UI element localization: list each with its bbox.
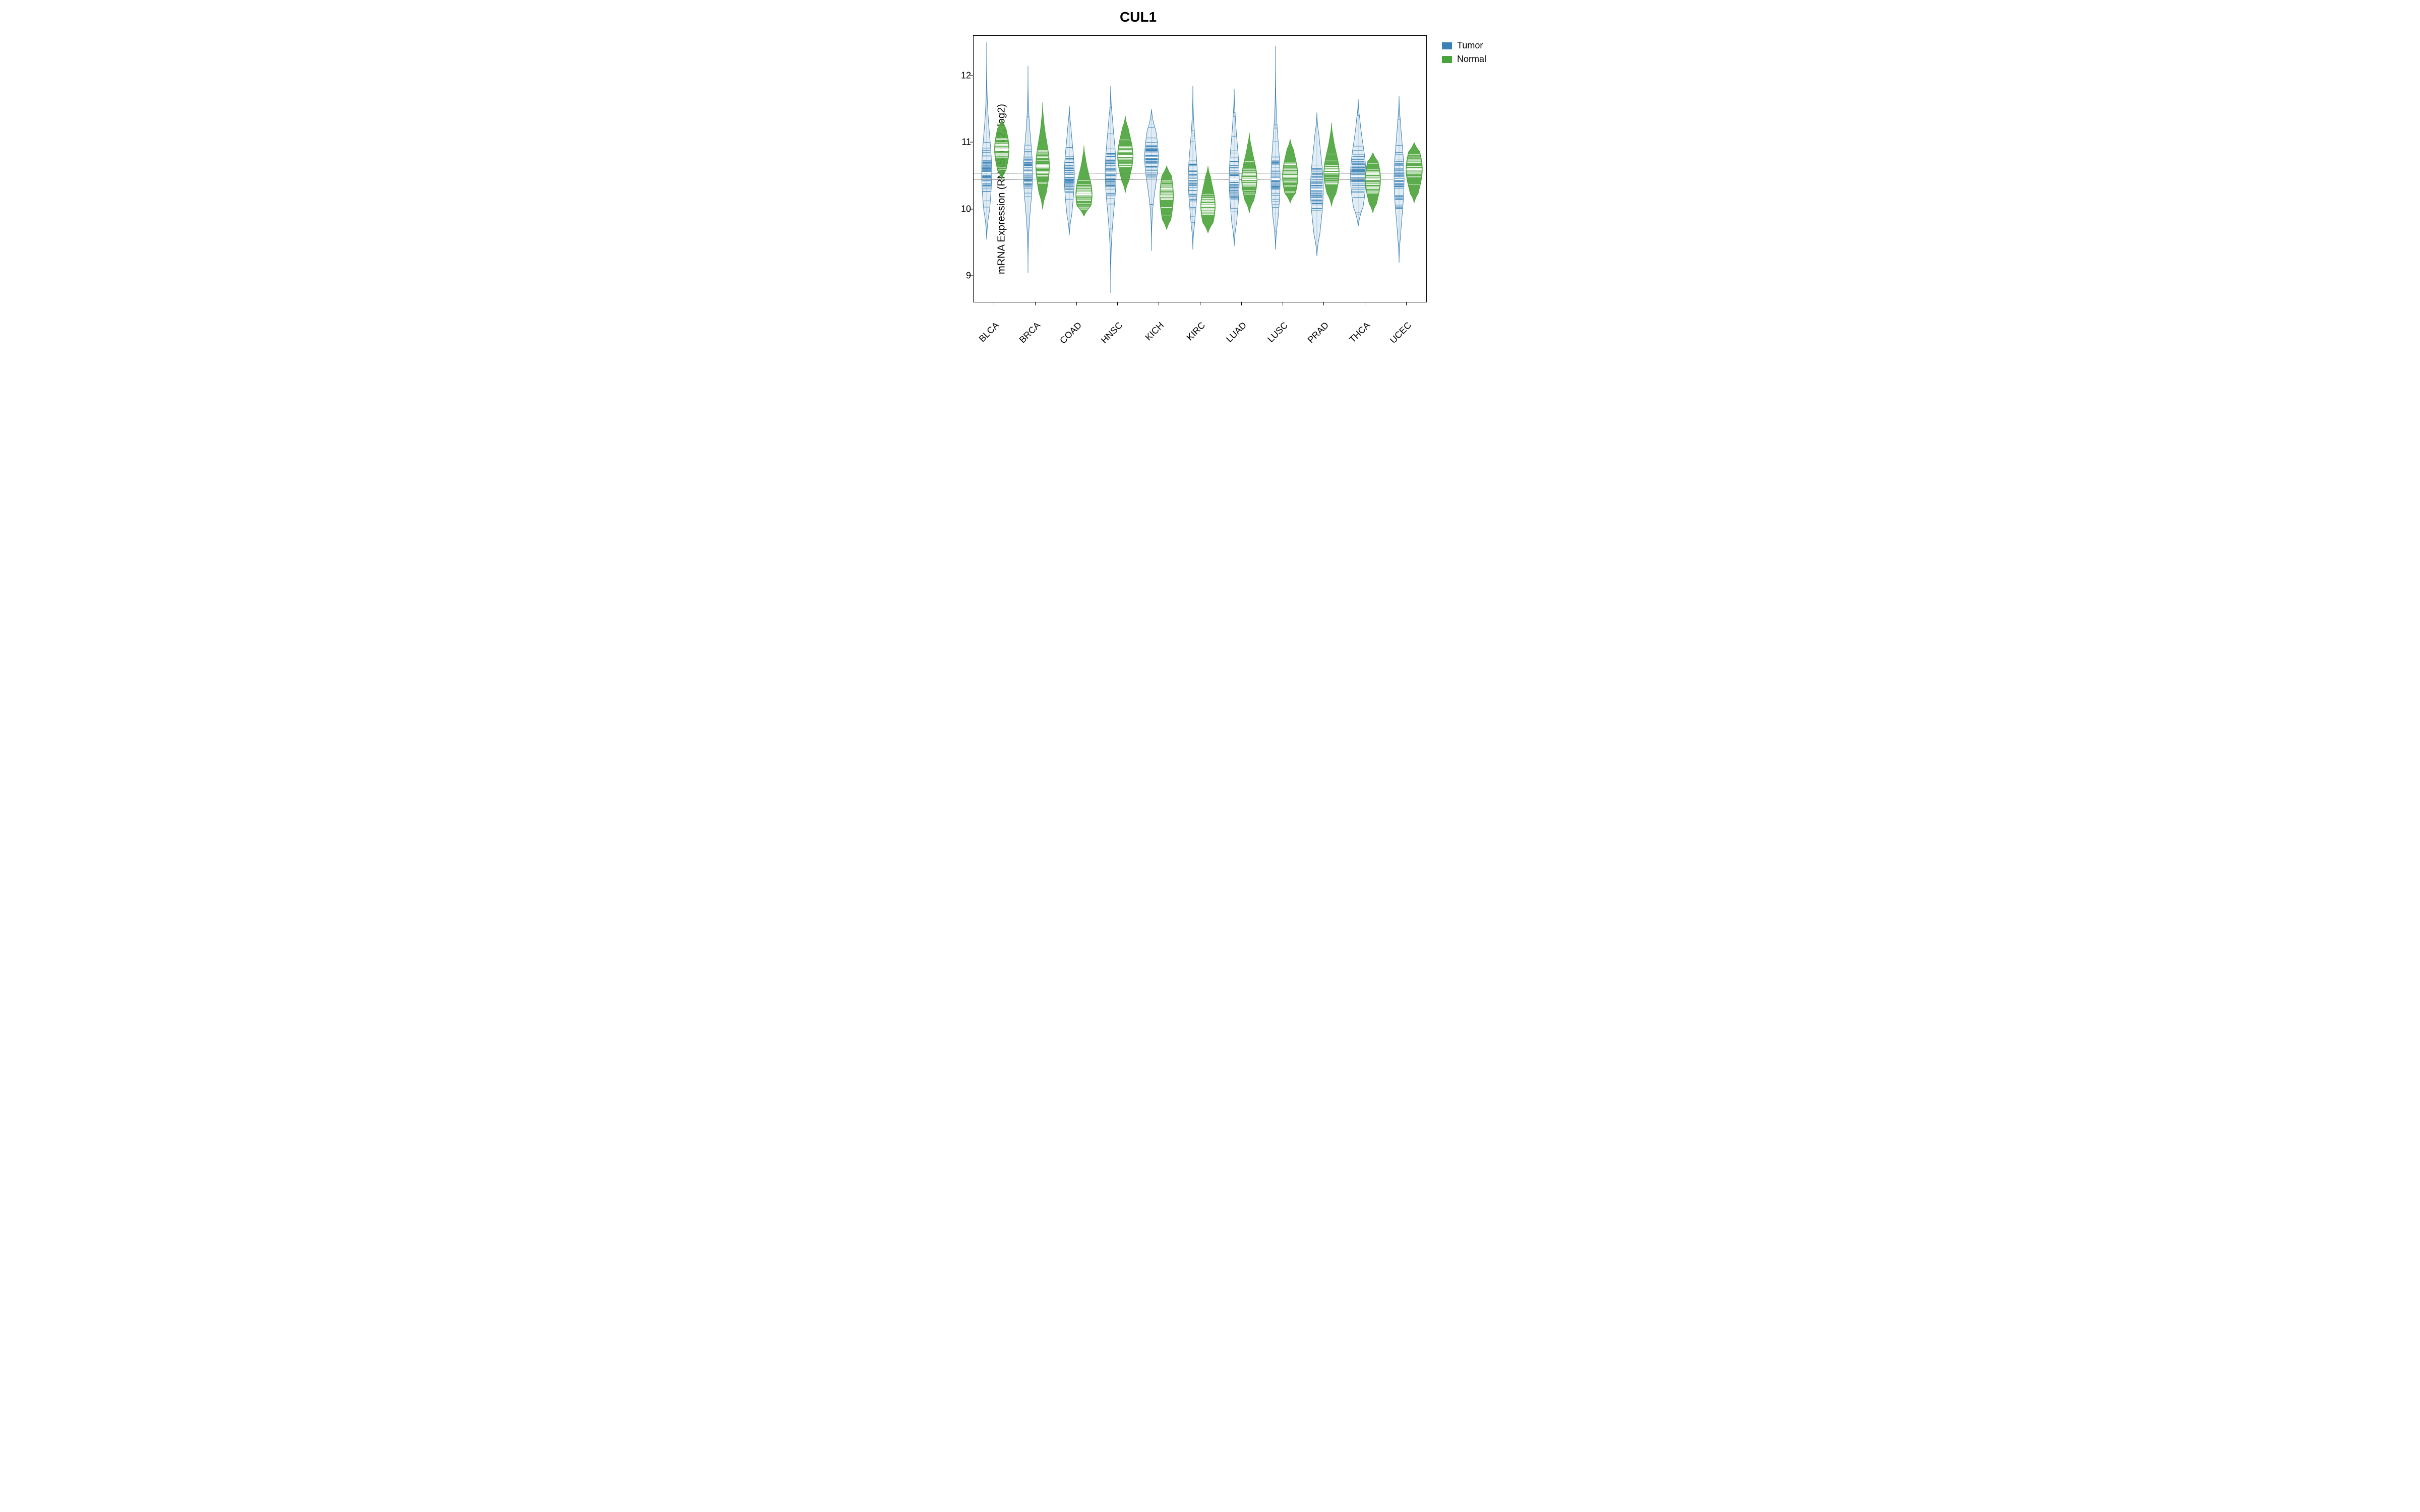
x-tick-label: KIRC [1179,320,1207,349]
chart-container: CUL1 mRNA Expression (RNASeq V2, log2) T… [908,0,1512,378]
x-tick-label: LUSC [1261,320,1290,349]
legend-swatch [1442,56,1452,63]
x-tick-label: PRAD [1302,320,1331,349]
y-tick-label: 10 [957,204,971,214]
x-tick-mark [1323,302,1324,305]
plot-area [973,35,1427,302]
x-tick-mark [1076,302,1077,305]
legend-label: Normal [1457,54,1486,65]
legend: Tumor Normal [1442,40,1486,68]
legend-label: Tumor [1457,40,1483,51]
y-tick-label: 9 [957,271,971,281]
x-tick-mark [1406,302,1407,305]
legend-item: Normal [1442,54,1486,65]
x-tick-label: UCEC [1385,320,1414,349]
x-tick-mark [1117,302,1118,305]
legend-item: Tumor [1442,40,1486,51]
y-tick-label: 11 [957,137,971,148]
x-tick-label: HNSC [1096,320,1125,349]
x-tick-label: LUAD [1220,320,1248,349]
x-tick-mark [1035,302,1036,305]
chart-title: CUL1 [908,9,1369,25]
legend-swatch [1442,42,1452,49]
x-tick-label: BRCA [1013,320,1042,349]
y-tick-label: 12 [957,70,971,81]
x-tick-mark [1241,302,1242,305]
x-tick-label: COAD [1055,320,1083,349]
x-tick-label: THCA [1344,320,1372,349]
y-tick-mark [970,142,973,143]
y-tick-mark [970,75,973,76]
x-tick-label: KICH [1137,320,1166,349]
x-tick-label: BLCA [972,320,1001,349]
